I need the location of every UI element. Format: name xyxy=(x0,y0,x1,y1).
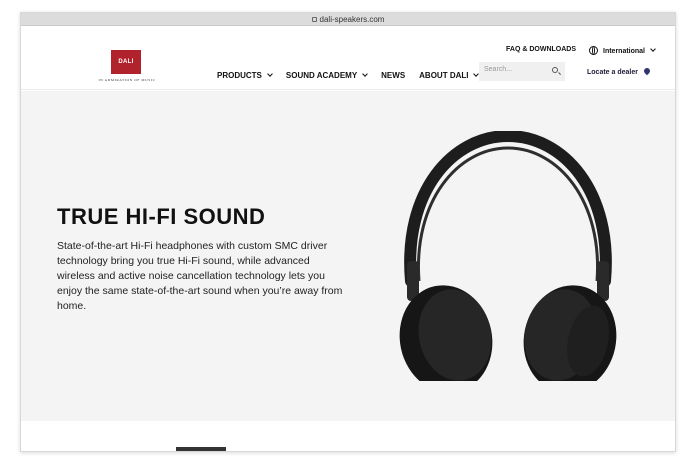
chevron-down-icon xyxy=(267,71,273,77)
main-nav: PRODUCTS SOUND ACADEMY NEWS ABOUT DALI xyxy=(217,71,492,80)
chevron-down-icon xyxy=(362,71,368,77)
logo-tagline: IN ADMIRATION OF MUSIC xyxy=(98,78,156,82)
nav-label: ABOUT DALI xyxy=(419,71,469,80)
map-pin-icon xyxy=(642,66,652,76)
nav-item-news[interactable]: NEWS xyxy=(381,71,405,80)
search-icon[interactable] xyxy=(552,67,558,73)
hero-title: TRUE HI-FI SOUND xyxy=(57,204,266,229)
nav-label: NEWS xyxy=(381,71,406,80)
content-below-fold xyxy=(21,421,675,451)
nav-item-about-dali[interactable]: ABOUT DALI xyxy=(419,71,480,80)
address-bar[interactable]: dali-speakers.com xyxy=(21,13,675,26)
browser-window: dali-speakers.com DALI IN ADMIRATION OF … xyxy=(20,12,676,452)
faq-downloads-label: FAQ & DOWNLOADS xyxy=(506,46,576,53)
chevron-down-icon xyxy=(650,46,656,52)
scroll-indicator xyxy=(176,447,226,451)
globe-icon xyxy=(589,46,598,55)
locate-dealer-label: Locate a dealer xyxy=(587,69,638,76)
nav-item-sound-academy[interactable]: SOUND ACADEMY xyxy=(285,71,368,80)
logo-text: DALI xyxy=(118,59,134,65)
international-selector[interactable]: International xyxy=(589,46,656,55)
hero-description: State-of-the-art Hi-Fi headphones with c… xyxy=(57,240,343,312)
search-placeholder: Search... xyxy=(484,66,513,73)
faq-downloads-link[interactable]: FAQ & DOWNLOADS xyxy=(506,46,576,53)
dali-logo[interactable]: DALI xyxy=(111,50,141,74)
site-header: DALI IN ADMIRATION OF MUSIC FAQ & DOWNLO… xyxy=(21,26,675,90)
url-display[interactable]: dali-speakers.com xyxy=(21,14,675,25)
url-text: dali-speakers.com xyxy=(319,15,385,24)
page: dali-speakers.com DALI IN ADMIRATION OF … xyxy=(0,0,696,464)
locate-dealer-link[interactable]: Locate a dealer xyxy=(587,66,652,76)
headphones-image xyxy=(399,131,617,381)
nav-item-products[interactable]: PRODUCTS xyxy=(217,71,273,80)
hero-section: TRUE HI-FI SOUND State-of-the-art Hi-Fi … xyxy=(21,91,675,421)
nav-label: SOUND ACADEMY xyxy=(285,71,358,80)
nav-label: PRODUCTS xyxy=(217,71,262,80)
lock-icon xyxy=(311,17,317,22)
international-label: International xyxy=(603,48,646,55)
search-input[interactable]: Search... xyxy=(479,62,565,81)
